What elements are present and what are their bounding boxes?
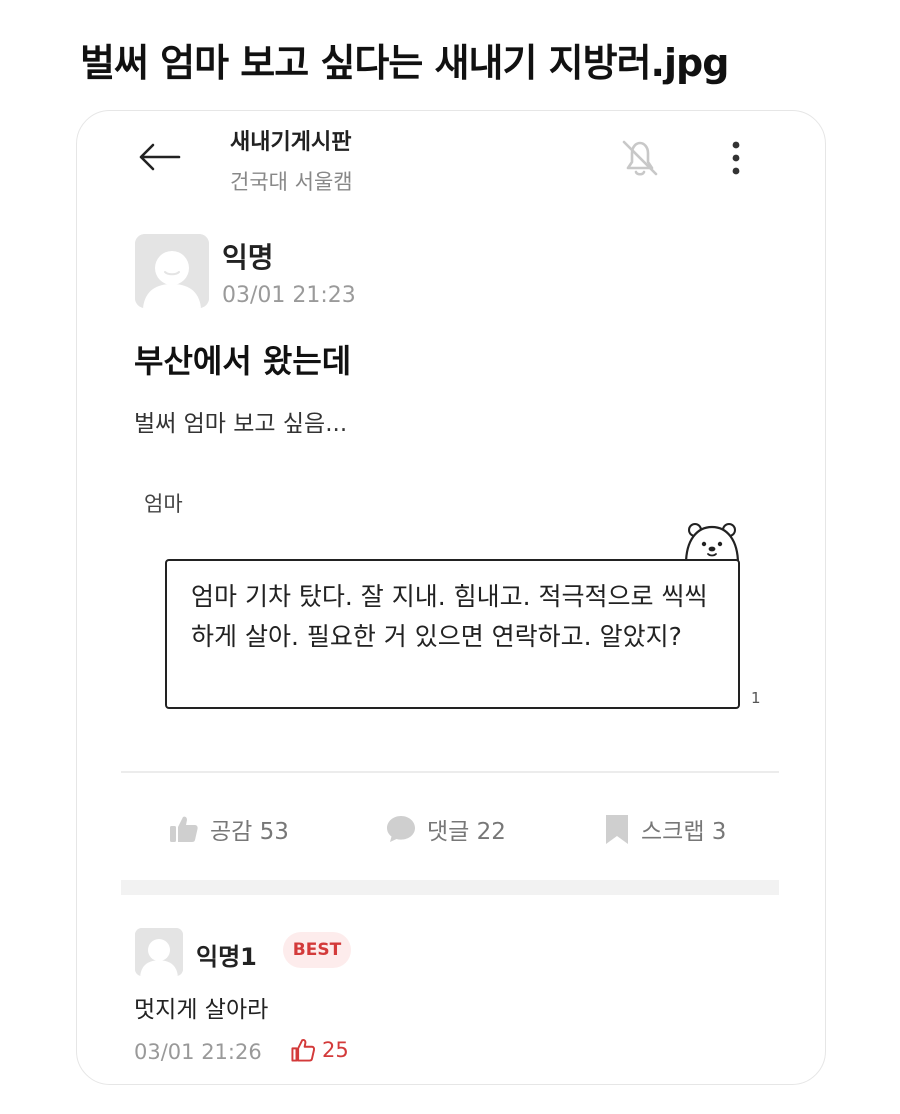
comment-like-count: 25	[322, 1038, 349, 1062]
post-title: 부산에서 왔는데	[134, 342, 352, 380]
anonymous-avatar-icon	[135, 234, 209, 308]
comment-button[interactable]: 댓글 22	[385, 807, 506, 851]
chat-bubble-icon	[387, 816, 415, 842]
like-count-label: 공감 53	[210, 819, 289, 845]
scrap-count-label: 스크랩 3	[641, 819, 727, 845]
comment-count-label: 댓글 22	[427, 819, 506, 845]
post-timestamp: 03/01 21:23	[222, 283, 356, 308]
anonymous-avatar-icon	[135, 928, 183, 976]
bell-off-icon	[622, 140, 658, 176]
back-button[interactable]	[134, 132, 184, 182]
comment-timestamp: 03/01 21:26	[134, 1040, 262, 1064]
bookmark-icon	[606, 815, 628, 844]
comment-author: 익명1	[196, 943, 257, 971]
comment-avatar	[135, 928, 183, 976]
thumbs-up-outline-icon	[291, 1038, 316, 1062]
message-bubble: 엄마 기차 탔다. 잘 지내. 힘내고. 적극적으로 씩씩하게 살아. 필요한 …	[165, 559, 740, 709]
bear-icon	[684, 523, 740, 564]
divider	[121, 771, 779, 773]
author-name: 익명	[222, 241, 274, 274]
unread-count: 1	[751, 689, 761, 707]
section-divider	[121, 880, 779, 895]
post-body: 벌써 엄마 보고 싶음...	[134, 411, 348, 437]
board-subtitle: 건국대 서울캠	[230, 170, 353, 194]
notification-toggle-button[interactable]	[612, 130, 668, 186]
comment-like[interactable]: 25	[290, 1037, 349, 1063]
comment-text: 멋지게 살아라	[134, 997, 269, 1023]
author-avatar	[135, 234, 209, 308]
message-sender-label: 엄마	[144, 492, 183, 516]
arrow-left-icon	[139, 143, 181, 171]
more-options-button[interactable]	[716, 136, 756, 180]
board-title: 새내기게시판	[230, 130, 352, 155]
more-vertical-icon	[732, 141, 740, 175]
thumbs-up-icon	[170, 816, 198, 842]
best-badge: BEST	[283, 932, 351, 968]
post-caption: 벌써 엄마 보고 싶다는 새내기 지방러.jpg	[80, 41, 729, 85]
like-button[interactable]: 공감 53	[168, 807, 289, 851]
scrap-button[interactable]: 스크랩 3	[603, 807, 726, 851]
